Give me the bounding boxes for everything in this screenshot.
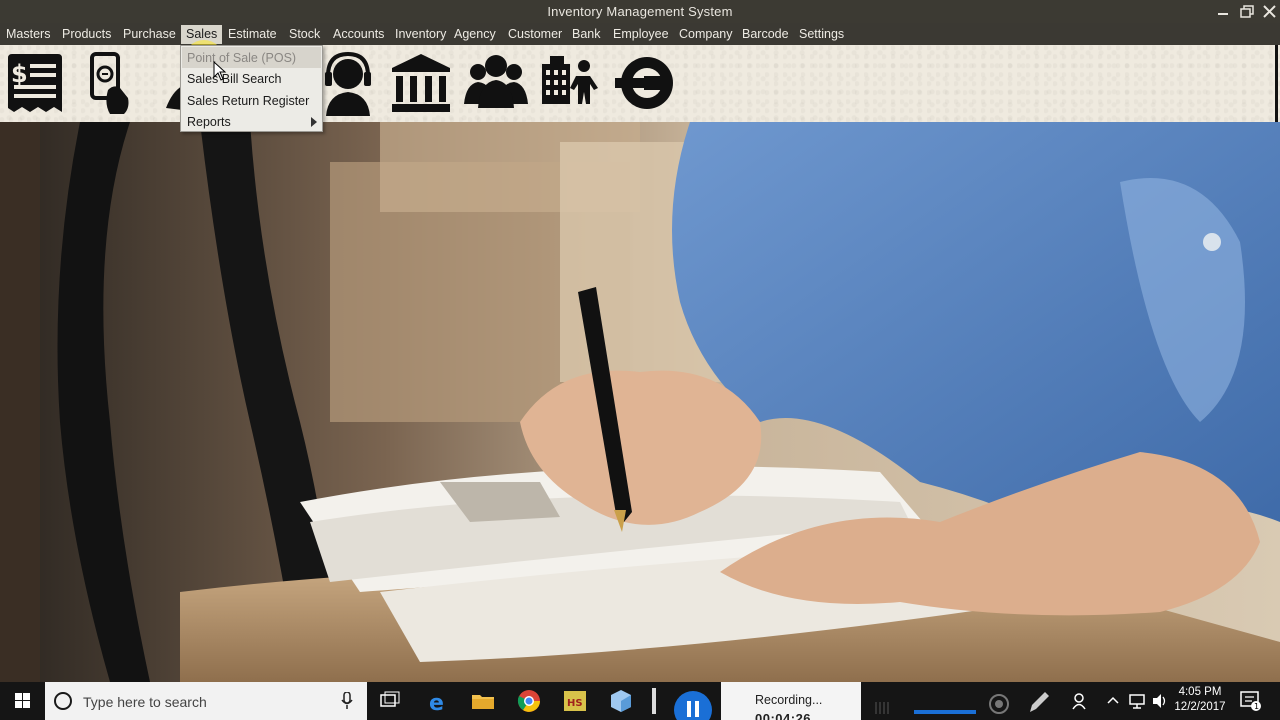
app-cube-icon[interactable]	[608, 688, 634, 714]
action-center-icon[interactable]: 1	[1240, 690, 1262, 717]
menu-employee[interactable]: Employee	[608, 25, 674, 44]
menu-inventory[interactable]: Inventory	[390, 25, 451, 44]
menu-products[interactable]: Products	[57, 25, 116, 44]
taskbar: Type here to search e HS Recording... 00…	[0, 682, 1280, 720]
building-person-icon[interactable]	[540, 52, 602, 119]
close-button[interactable]	[1257, 0, 1280, 23]
app-hs-icon[interactable]: HS	[562, 688, 588, 714]
active-app-indicator	[652, 688, 656, 714]
menu-bar: Masters Products Purchase Sales Estimate…	[0, 23, 1280, 45]
clock-date: 12/2/2017	[1174, 701, 1226, 713]
cortana-icon	[54, 692, 72, 710]
menu-bank[interactable]: Bank	[567, 25, 606, 44]
mobile-payment-icon[interactable]	[88, 52, 132, 121]
webcam-icon[interactable]	[986, 688, 1012, 714]
menu-agency[interactable]: Agency	[449, 25, 501, 44]
pen-icon[interactable]	[1026, 688, 1052, 714]
taskbar-search-box[interactable]: Type here to search	[45, 682, 367, 720]
minimize-icon	[1218, 13, 1228, 15]
menuitem-sales-return-register[interactable]: Sales Return Register	[182, 90, 321, 111]
title-bar: Inventory Management System	[0, 0, 1280, 23]
window-title: Inventory Management System	[547, 4, 733, 19]
partial-icon[interactable]	[162, 52, 182, 121]
edge-icon[interactable]: e	[425, 688, 451, 716]
support-agent-icon[interactable]	[320, 51, 376, 121]
start-button[interactable]	[0, 682, 45, 720]
windows-icon	[15, 693, 30, 708]
volume-icon[interactable]	[1151, 692, 1169, 715]
group-icon[interactable]	[464, 52, 528, 117]
svg-text:e: e	[429, 691, 444, 714]
menu-settings[interactable]: Settings	[794, 25, 849, 44]
chrome-icon[interactable]	[516, 688, 542, 714]
recording-pause-button[interactable]	[674, 691, 712, 720]
task-view-icon[interactable]	[377, 688, 403, 714]
menu-masters[interactable]: Masters	[1, 25, 55, 44]
menu-company[interactable]: Company	[674, 25, 738, 44]
submenu-arrow-icon	[311, 117, 317, 127]
recording-panel: Recording... 00:04:26	[721, 682, 861, 720]
menuitem-point-of-sale[interactable]: Point of Sale (POS)	[182, 47, 321, 68]
menu-stock[interactable]: Stock	[284, 25, 325, 44]
search-placeholder: Type here to search	[83, 694, 207, 710]
restore-icon	[1240, 5, 1254, 18]
clock-time: 4:05 PM	[1178, 686, 1222, 698]
people-icon[interactable]	[1071, 692, 1089, 715]
svg-text:HS: HS	[567, 698, 583, 709]
invoice-icon[interactable]: $	[6, 52, 64, 119]
menu-customer[interactable]: Customer	[503, 25, 567, 44]
system-clock[interactable]: 4:05 PM 12/2/2017	[1168, 685, 1232, 715]
sales-dropdown-menu: Point of Sale (POS) Sales Bill Search Sa…	[180, 45, 323, 132]
menu-estimate[interactable]: Estimate	[223, 25, 282, 44]
bank-icon[interactable]	[390, 52, 452, 119]
minimize-button[interactable]	[1211, 0, 1235, 23]
svg-text:$: $	[11, 60, 28, 88]
menu-barcode[interactable]: Barcode	[737, 25, 794, 44]
microphone-icon[interactable]	[341, 692, 353, 710]
menuitem-reports[interactable]: Reports	[182, 111, 321, 132]
close-icon	[1263, 5, 1276, 18]
menu-purchase[interactable]: Purchase	[118, 25, 181, 44]
maximize-button[interactable]	[1234, 0, 1258, 23]
recording-label: Recording...	[755, 693, 823, 707]
network-icon[interactable]	[1128, 692, 1146, 715]
volume-meter-icon	[914, 688, 976, 714]
mouse-cursor-icon	[213, 60, 227, 86]
recording-time: 00:04:26	[755, 711, 812, 720]
audio-level-icon	[872, 688, 898, 714]
menuitem-sales-bill-search[interactable]: Sales Bill Search	[182, 68, 321, 89]
logout-icon[interactable]	[614, 52, 678, 119]
toolbar-edge	[1275, 45, 1278, 122]
background-photo	[0, 122, 1280, 682]
file-explorer-icon[interactable]	[470, 688, 496, 714]
menuitem-reports-label: Reports	[187, 115, 231, 129]
chevron-up-icon[interactable]	[1106, 692, 1120, 715]
notification-count: 1	[1254, 702, 1259, 711]
menu-accounts[interactable]: Accounts	[328, 25, 389, 44]
pause-icon	[687, 701, 699, 717]
